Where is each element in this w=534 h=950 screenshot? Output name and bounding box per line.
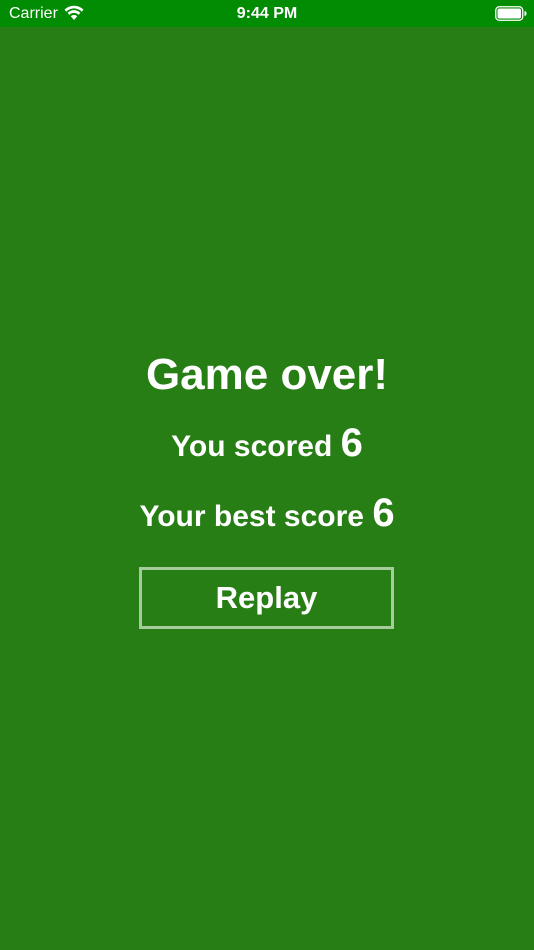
best-score-label: Your best score (139, 500, 364, 533)
current-score-line: You scored 6 (0, 410, 534, 480)
current-score-value: 6 (340, 421, 363, 465)
status-bar: Carrier 9:44 PM (0, 0, 534, 27)
game-over-panel: Game over! You scored 6 Your best score … (0, 340, 534, 550)
replay-button[interactable]: Replay (139, 567, 394, 629)
battery-icon (495, 6, 527, 21)
best-score-value: 6 (372, 491, 395, 535)
game-over-title: Game over! (145, 350, 389, 399)
best-score-line: Your best score 6 (0, 480, 534, 550)
status-time: 9:44 PM (236, 5, 298, 22)
current-score-label: You scored (171, 430, 333, 463)
